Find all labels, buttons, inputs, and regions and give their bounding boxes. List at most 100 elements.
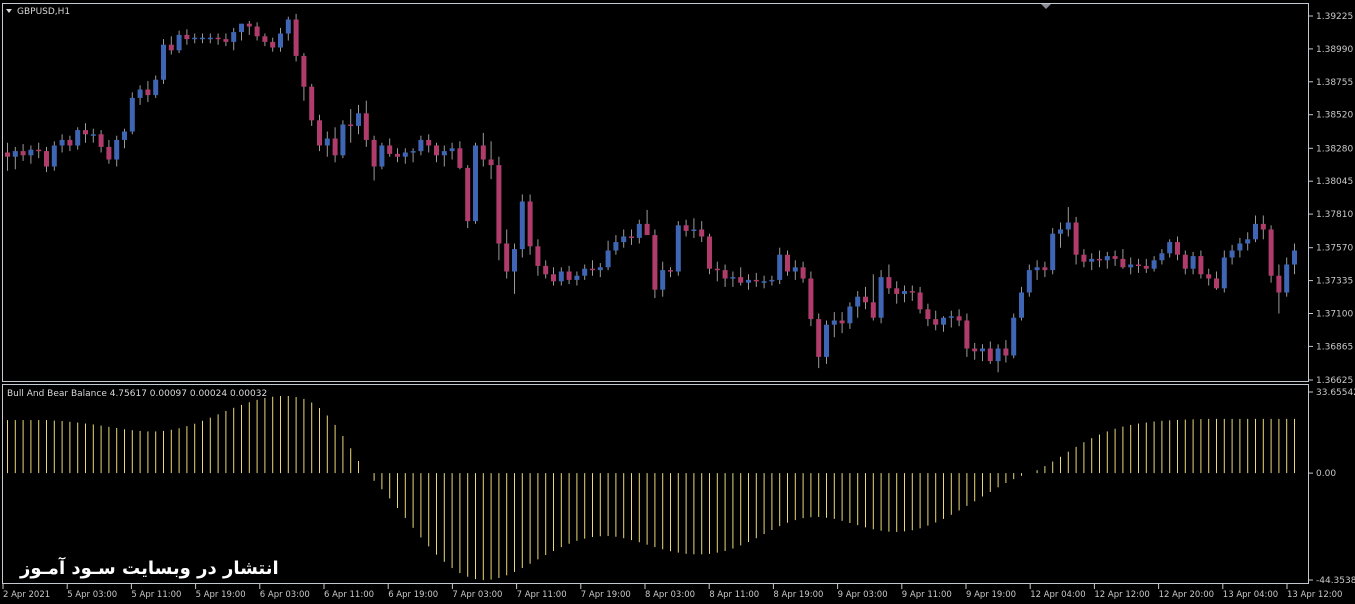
indicator-title: Bull And Bear Balance 4.75617 0.00097 0.… (7, 389, 267, 399)
candle (808, 271, 814, 327)
chart-background (0, 0, 1355, 604)
indicator-tick-label: 33.65542 (1316, 388, 1355, 398)
candle-body (83, 130, 88, 135)
candle-body (215, 37, 221, 40)
candle-body (473, 145, 478, 222)
candle-body (262, 36, 268, 42)
candle-body (831, 320, 837, 325)
candle-body (488, 159, 494, 166)
time-tick-label: 13 Apr 04:00 (1223, 590, 1278, 600)
candle-body (239, 23, 244, 33)
candle-body (1050, 233, 1056, 271)
candle-body (543, 265, 549, 275)
candle-body (1097, 258, 1102, 261)
candle-body (863, 296, 868, 303)
candle (1268, 225, 1274, 283)
candle-body (1190, 256, 1196, 269)
candle-body (902, 291, 907, 294)
candle-body (613, 242, 619, 251)
price-tick-label: 1.36625 (1316, 376, 1353, 386)
candle (519, 194, 525, 258)
time-tick-label: 2 Apr 2021 (3, 590, 50, 600)
candle-body (816, 319, 822, 357)
candle-body (956, 316, 962, 321)
candle-body (925, 309, 931, 320)
candle-body (1143, 265, 1149, 269)
candle-body (223, 39, 229, 42)
candle-body (1292, 250, 1297, 265)
candle (51, 141, 57, 171)
candle-body (5, 152, 10, 157)
candle-body (785, 254, 790, 272)
candle (293, 13, 299, 62)
candle-body (293, 19, 299, 56)
candle-body (995, 348, 1001, 362)
candle-body (707, 236, 712, 269)
candle-body (574, 275, 580, 280)
candle-body (278, 33, 283, 48)
candle-body (44, 151, 49, 167)
time-tick-label: 5 Apr 19:00 (196, 590, 246, 600)
candle-body (254, 26, 260, 37)
candle-body (285, 19, 291, 34)
candle-body (886, 277, 892, 289)
candle-body (395, 153, 400, 157)
candle-body (1245, 239, 1251, 244)
price-tick-label: 1.37570 (1316, 244, 1353, 254)
candle (161, 39, 166, 84)
candle-body (67, 139, 73, 146)
candle-body (878, 277, 884, 318)
price-tick-label: 1.38990 (1316, 45, 1353, 55)
candle-body (231, 32, 237, 42)
price-tick-label: 1.37335 (1316, 277, 1353, 287)
symbol-label: GBPUSD,H1 (17, 7, 70, 17)
time-tick-label: 12 Apr 04:00 (1030, 590, 1085, 600)
candle-body (972, 348, 978, 352)
candle-body (1019, 292, 1024, 318)
candle-body (246, 23, 252, 27)
candle-body (410, 151, 416, 153)
candle-body (161, 44, 166, 80)
candle-body (332, 138, 338, 156)
candle (129, 92, 135, 135)
candle-body (434, 145, 439, 156)
candle-body (769, 279, 775, 282)
candle-body (644, 223, 650, 236)
candle-body (122, 131, 127, 140)
candle-body (12, 151, 18, 157)
candle-body (270, 41, 276, 48)
price-tick-label: 1.37100 (1316, 310, 1353, 320)
candle-body (948, 316, 954, 318)
candle-body (847, 306, 853, 324)
candle-body (964, 320, 970, 349)
candle-body (1112, 256, 1118, 259)
candle-body (738, 277, 744, 283)
candle-body (363, 113, 369, 140)
candle-body (636, 223, 642, 238)
trading-chart[interactable]: GBPUSD,H1 Bull And Bear Balance 4.75617 … (0, 0, 1355, 604)
candle-body (582, 268, 588, 276)
candle-body (675, 225, 681, 272)
candle (1050, 228, 1056, 275)
candle-body (551, 274, 556, 282)
candle-body (317, 120, 322, 146)
candle (652, 229, 658, 299)
price-tick-label: 1.38755 (1316, 78, 1353, 88)
time-tick-label: 7 Apr 19:00 (581, 590, 631, 600)
price-tick-label: 1.37810 (1316, 210, 1353, 220)
candle (1011, 313, 1017, 359)
candle-body (1128, 264, 1134, 268)
candle-body (1073, 222, 1079, 255)
candle-body (777, 254, 783, 280)
candle-body (379, 145, 385, 167)
candle (473, 142, 478, 224)
candle-body (683, 225, 689, 231)
indicator-tick-label: -44.35384 (1316, 576, 1355, 586)
candle (309, 83, 315, 126)
time-tick-label: 13 Apr 12:00 (1287, 590, 1342, 600)
candle-body (652, 235, 658, 290)
candle-body (20, 151, 26, 156)
candle-body (566, 271, 572, 280)
candle-body (1175, 242, 1180, 255)
candle-body (605, 250, 611, 268)
